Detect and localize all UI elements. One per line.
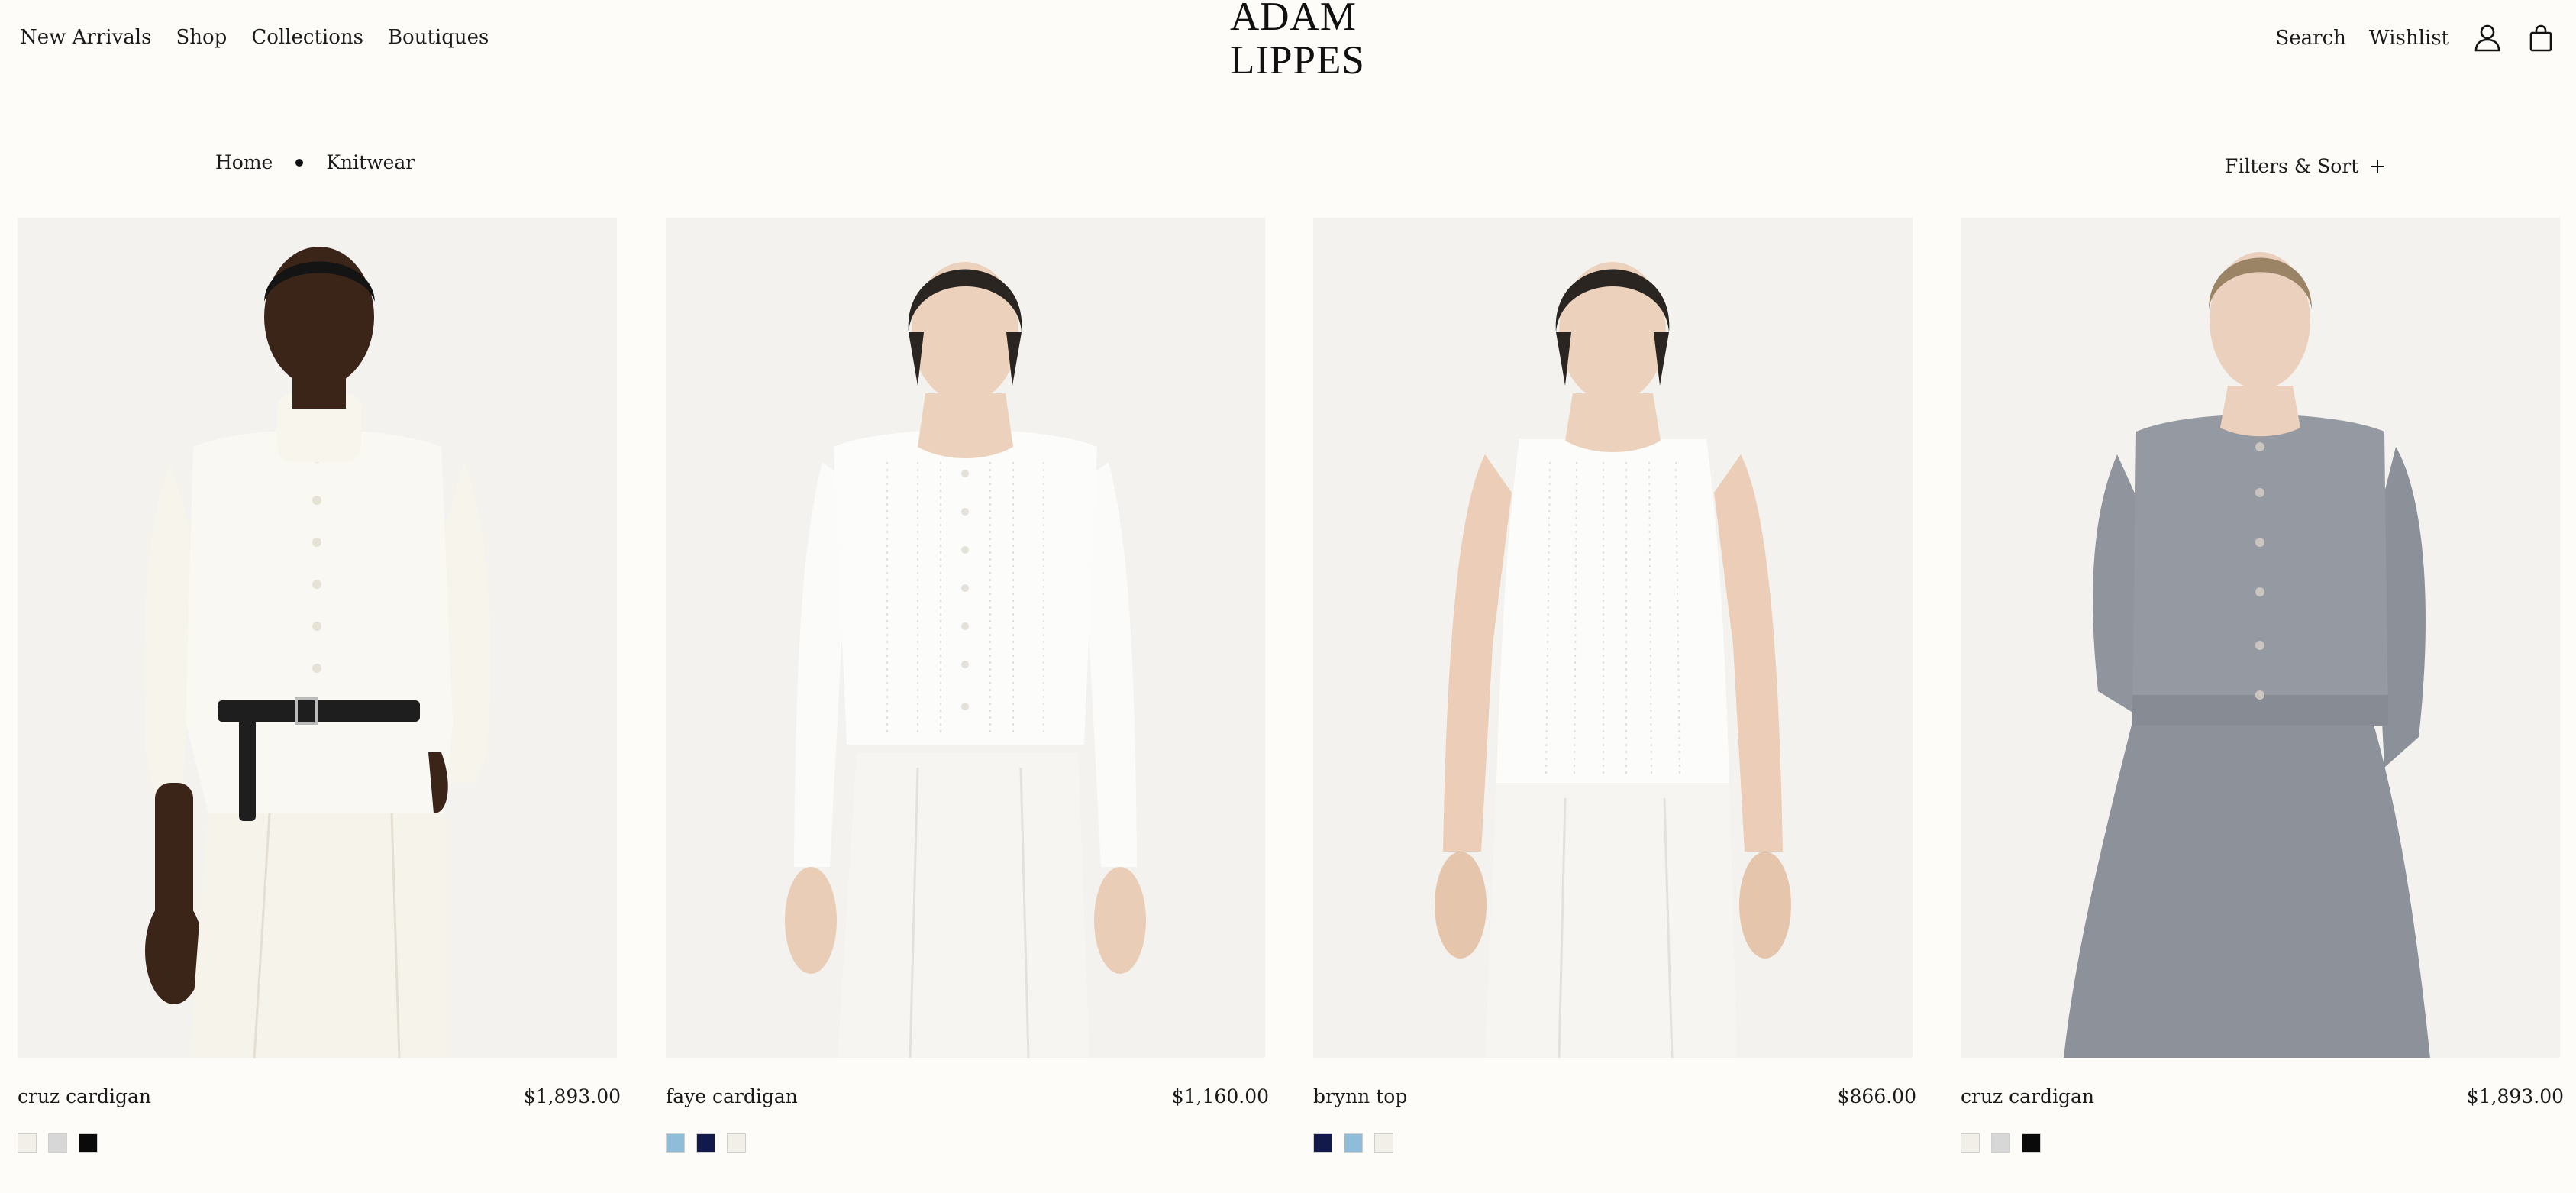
plus-icon xyxy=(2371,159,2385,173)
swatch-ivory[interactable] xyxy=(1961,1133,1980,1153)
bag-icon[interactable] xyxy=(2526,23,2556,53)
product-name[interactable]: faye cardigan xyxy=(666,1085,798,1107)
product-price: $1,893.00 xyxy=(523,1085,621,1107)
nav-shop[interactable]: Shop xyxy=(176,26,227,49)
product-name[interactable]: brynn top xyxy=(1313,1085,1407,1107)
product-price: $1,160.00 xyxy=(1171,1085,1269,1107)
breadcrumb-home[interactable]: Home xyxy=(215,151,273,173)
breadcrumb-separator xyxy=(295,158,304,167)
swatch-ivory[interactable] xyxy=(1374,1133,1393,1153)
color-swatches xyxy=(18,1133,98,1153)
primary-nav: New Arrivals Shop Collections Boutiques xyxy=(20,26,489,49)
utility-nav: Search Wishlist xyxy=(2275,23,2556,53)
brand-logo[interactable]: ADAM LIPPES xyxy=(1230,0,1365,82)
logo-line-1: ADAM xyxy=(1230,0,1357,39)
search-link[interactable]: Search xyxy=(2275,27,2345,50)
swatch-light-blue[interactable] xyxy=(1344,1133,1363,1153)
filters-sort-label: Filters & Sort xyxy=(2225,155,2359,177)
site-header: New Arrivals Shop Collections Boutiques … xyxy=(0,0,2576,92)
swatch-black[interactable] xyxy=(79,1133,98,1153)
product-price: $1,893.00 xyxy=(2466,1085,2564,1107)
swatch-navy[interactable] xyxy=(1313,1133,1332,1153)
product-image[interactable] xyxy=(666,218,1265,1058)
product-meta: faye cardigan $1,160.00 xyxy=(666,1085,1269,1107)
account-icon[interactable] xyxy=(2472,23,2503,53)
logo-line-2: LIPPES xyxy=(1230,38,1365,82)
color-swatches xyxy=(1313,1133,1393,1153)
product-image[interactable] xyxy=(1313,218,1913,1058)
swatch-light-grey[interactable] xyxy=(48,1133,67,1153)
swatch-light-grey[interactable] xyxy=(1991,1133,2010,1153)
swatch-navy[interactable] xyxy=(696,1133,715,1153)
swatch-ivory[interactable] xyxy=(18,1133,37,1153)
breadcrumb-current: Knitwear xyxy=(326,151,415,173)
color-swatches xyxy=(666,1133,746,1153)
swatch-black[interactable] xyxy=(2022,1133,2041,1153)
nav-collections[interactable]: Collections xyxy=(251,26,363,49)
product-meta: cruz cardigan $1,893.00 xyxy=(1961,1085,2564,1107)
product-image[interactable] xyxy=(18,218,617,1058)
breadcrumb: Home Knitwear xyxy=(215,151,415,173)
swatch-light-blue[interactable] xyxy=(666,1133,685,1153)
nav-boutiques[interactable]: Boutiques xyxy=(388,26,489,49)
wishlist-link[interactable]: Wishlist xyxy=(2369,27,2449,50)
product-price: $866.00 xyxy=(1837,1085,1916,1107)
product-meta: cruz cardigan $1,893.00 xyxy=(18,1085,621,1107)
product-name[interactable]: cruz cardigan xyxy=(18,1085,151,1107)
filters-sort-button[interactable]: Filters & Sort xyxy=(2225,155,2385,177)
product-meta: brynn top $866.00 xyxy=(1313,1085,1916,1107)
nav-new-arrivals[interactable]: New Arrivals xyxy=(20,26,151,49)
product-image[interactable] xyxy=(1961,218,2560,1058)
swatch-ivory[interactable] xyxy=(727,1133,746,1153)
product-name[interactable]: cruz cardigan xyxy=(1961,1085,2094,1107)
color-swatches xyxy=(1961,1133,2041,1153)
